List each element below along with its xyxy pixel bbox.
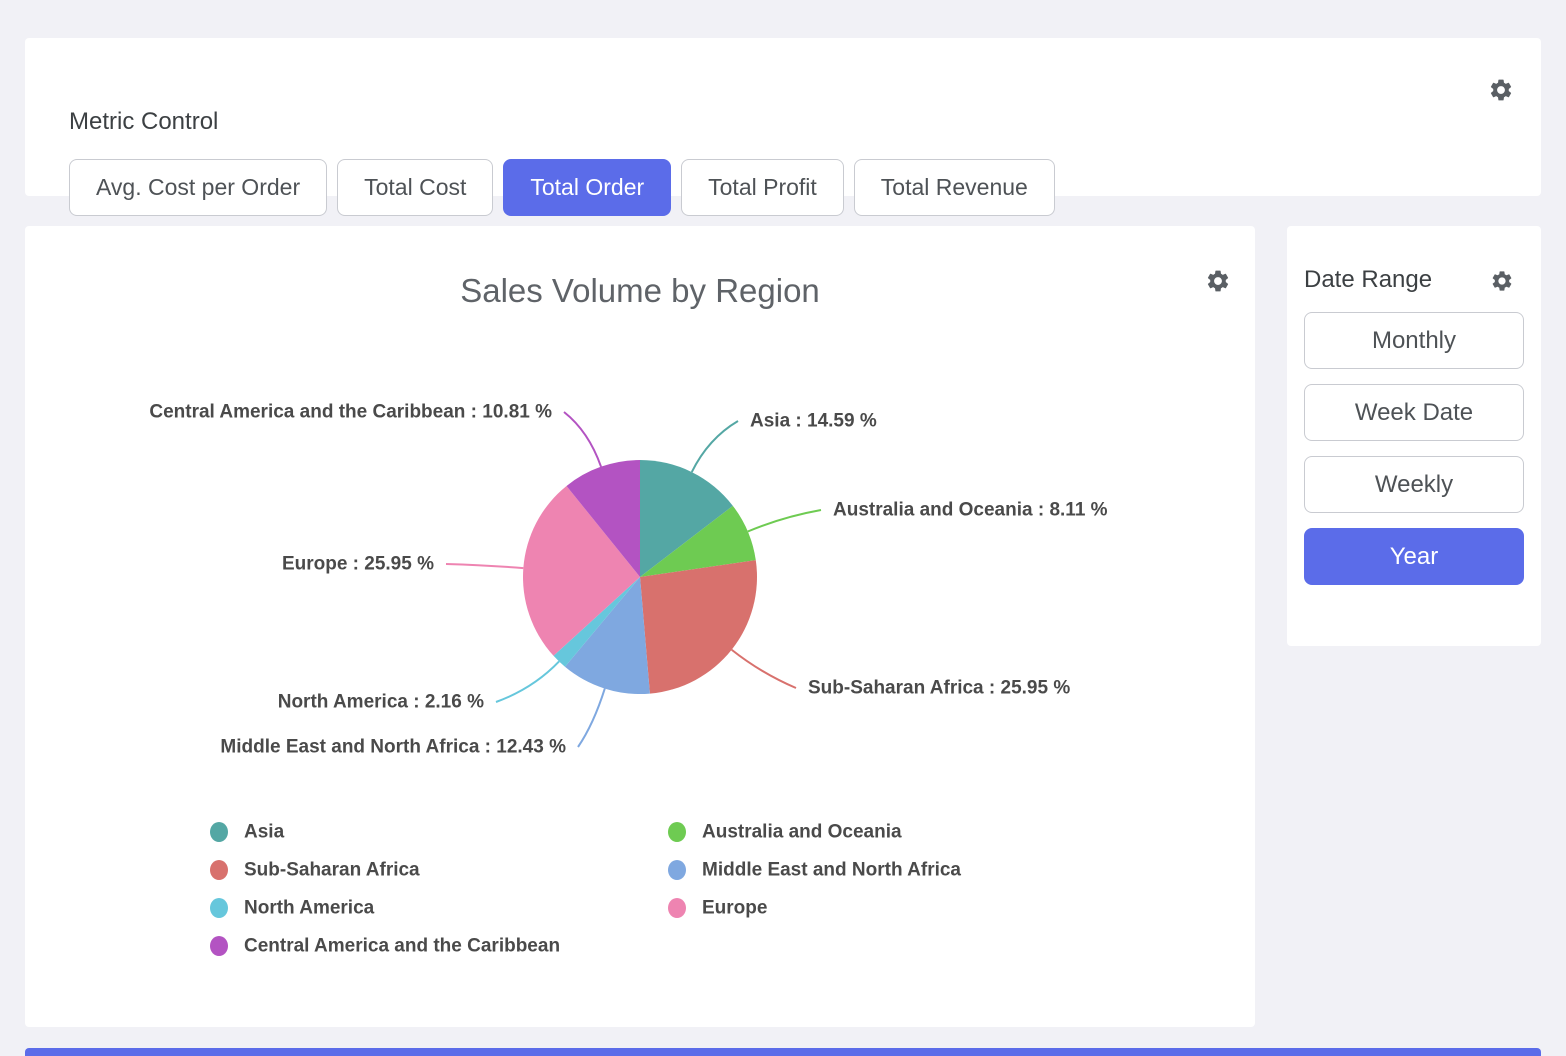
legend-marker-central-america-and-the-caribbean bbox=[210, 936, 228, 956]
metric-button-total-order[interactable]: Total Order bbox=[503, 159, 671, 216]
pie-label-middle-east-and-north-africa: Middle East and North Africa : 12.43 % bbox=[220, 737, 566, 758]
legend-marker-middle-east-and-north-africa bbox=[668, 860, 686, 880]
legend-marker-asia bbox=[210, 822, 228, 842]
date-button-year[interactable]: Year bbox=[1304, 528, 1524, 585]
date-button-monthly[interactable]: Monthly bbox=[1304, 312, 1524, 369]
metric-button-total-cost[interactable]: Total Cost bbox=[337, 159, 493, 216]
legend-marker-north-america bbox=[210, 898, 228, 918]
legend-item-australia-and-oceania[interactable]: Australia and Oceania bbox=[702, 822, 902, 843]
bottom-panel-peek bbox=[25, 1048, 1541, 1056]
pie-label-line bbox=[748, 510, 821, 532]
metric-button-total-revenue[interactable]: Total Revenue bbox=[854, 159, 1055, 216]
pie-label-line bbox=[578, 689, 605, 747]
legend-item-middle-east-and-north-africa[interactable]: Middle East and North Africa bbox=[702, 860, 961, 881]
legend-marker-australia-and-oceania bbox=[668, 822, 686, 842]
pie-label-line bbox=[732, 650, 796, 688]
legend-item-north-america[interactable]: North America bbox=[244, 898, 375, 919]
pie-label-sub-saharan-africa: Sub-Saharan Africa : 25.95 % bbox=[808, 678, 1070, 699]
legend-item-europe[interactable]: Europe bbox=[702, 898, 767, 919]
metric-control-title: Metric Control bbox=[69, 108, 218, 136]
settings-gear-icon[interactable] bbox=[1488, 77, 1514, 103]
pie-label-north-america: North America : 2.16 % bbox=[278, 692, 484, 713]
pie-label-line bbox=[496, 661, 559, 702]
sales-volume-chart-panel: Sales Volume by Region Asia : 14.59 %Aus… bbox=[25, 226, 1255, 1027]
metric-button-total-profit[interactable]: Total Profit bbox=[681, 159, 844, 216]
pie-label-line bbox=[692, 421, 738, 472]
legend-item-asia[interactable]: Asia bbox=[244, 822, 285, 843]
pie-label-asia: Asia : 14.59 % bbox=[750, 411, 877, 432]
pie-label-line bbox=[564, 412, 601, 467]
metric-button-avg-cost-per-order[interactable]: Avg. Cost per Order bbox=[69, 159, 327, 216]
metric-control-panel: Metric Control Avg. Cost per Order Total… bbox=[25, 38, 1541, 196]
date-range-buttons-group: Monthly Week Date Weekly Year bbox=[1304, 312, 1524, 585]
legend-marker-europe bbox=[668, 898, 686, 918]
settings-gear-icon[interactable] bbox=[1490, 269, 1514, 293]
date-button-weekly[interactable]: Weekly bbox=[1304, 456, 1524, 513]
pie-slice-sub-saharan-africa[interactable] bbox=[640, 560, 757, 693]
pie-label-central-america-and-the-caribbean: Central America and the Caribbean : 10.8… bbox=[149, 402, 552, 423]
date-range-title: Date Range bbox=[1304, 266, 1432, 294]
pie-label-europe: Europe : 25.95 % bbox=[282, 554, 434, 575]
legend-item-sub-saharan-africa[interactable]: Sub-Saharan Africa bbox=[244, 860, 420, 881]
date-button-week-date[interactable]: Week Date bbox=[1304, 384, 1524, 441]
date-range-panel: Date Range Monthly Week Date Weekly Year bbox=[1287, 226, 1541, 646]
pie-label-australia-and-oceania: Australia and Oceania : 8.11 % bbox=[833, 500, 1108, 521]
legend-item-central-america-and-the-caribbean[interactable]: Central America and the Caribbean bbox=[244, 936, 560, 957]
pie-chart-svg: Asia : 14.59 % Australia and Oceania : 8.… bbox=[25, 226, 1255, 1027]
legend-marker-sub-saharan-africa bbox=[210, 860, 228, 880]
metric-buttons-group: Avg. Cost per Order Total Cost Total Ord… bbox=[69, 159, 1055, 216]
pie-label-line bbox=[446, 564, 523, 568]
